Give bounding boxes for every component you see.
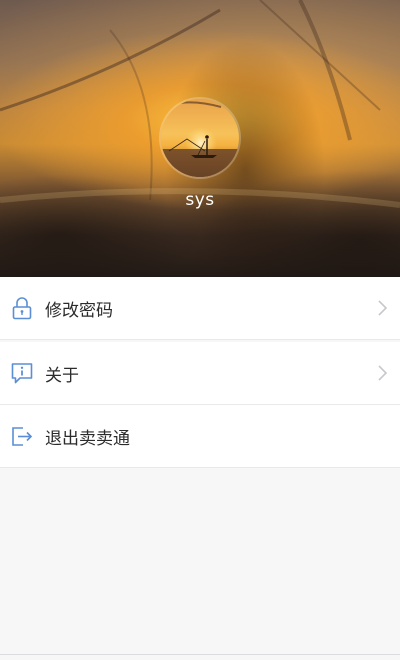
username: sys <box>185 190 215 210</box>
avatar[interactable] <box>161 99 239 177</box>
logout-item[interactable]: 退出卖卖通 <box>0 405 400 468</box>
logout-icon <box>10 424 34 448</box>
avatar-image <box>161 99 239 177</box>
chevron-right-icon <box>378 365 388 381</box>
change-password-item[interactable]: 修改密码 <box>0 277 400 340</box>
profile-header: sys <box>0 0 400 277</box>
about-label: 关于 <box>45 365 79 386</box>
change-password-label: 修改密码 <box>45 300 113 321</box>
info-icon <box>10 361 34 385</box>
about-item[interactable]: 关于 <box>0 342 400 405</box>
bottom-divider <box>0 654 400 655</box>
chevron-right-icon <box>378 300 388 316</box>
logout-label: 退出卖卖通 <box>45 428 130 449</box>
settings-menu: 修改密码 关于 退出卖卖通 <box>0 277 400 468</box>
lock-icon <box>10 296 34 320</box>
